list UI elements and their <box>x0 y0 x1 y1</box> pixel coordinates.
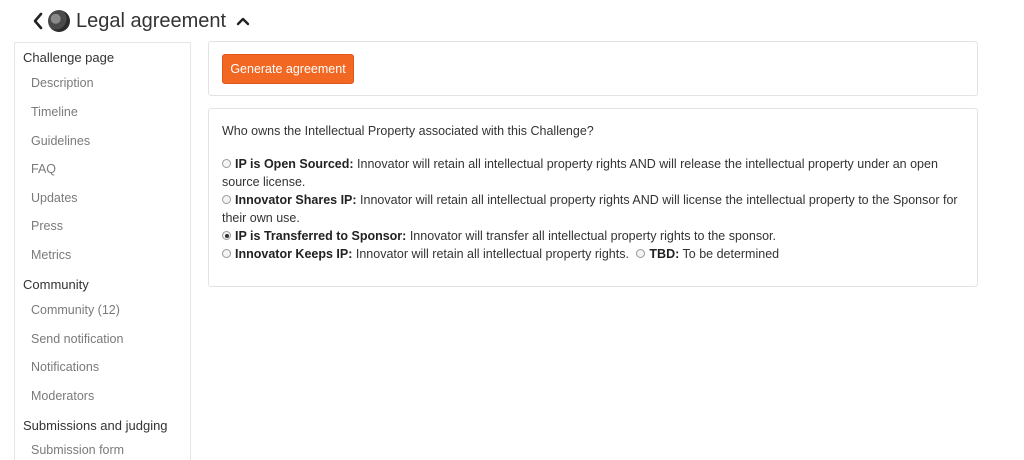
sidebar-item-faq[interactable]: FAQ <box>15 162 56 176</box>
option-label: IP is Open Sourced: <box>235 157 354 171</box>
option-label: Innovator Shares IP: <box>235 193 357 207</box>
sidebar-item-guidelines[interactable]: Guidelines <box>15 134 90 148</box>
sidebar: Challenge page Description Timeline Guid… <box>14 42 191 460</box>
option-label: IP is Transferred to Sponsor: <box>235 229 407 243</box>
sidebar-section-challenge-page: Challenge page <box>23 50 115 65</box>
radio-keeps-ip[interactable] <box>222 249 231 258</box>
option-transferred: IP is Transferred to Sponsor: Innovator … <box>222 227 962 245</box>
sidebar-item-send-notification[interactable]: Send notification <box>15 332 123 346</box>
sidebar-item-metrics[interactable]: Metrics <box>15 248 71 262</box>
option-label: TBD: <box>649 247 680 261</box>
sidebar-item-community[interactable]: Community (12) <box>15 303 120 317</box>
avatar[interactable] <box>48 10 70 32</box>
sidebar-section-community: Community <box>23 277 89 292</box>
back-chevron-icon[interactable] <box>30 10 46 32</box>
option-label: Innovator Keeps IP: <box>235 247 353 261</box>
generate-card: Generate agreement <box>208 41 978 96</box>
radio-open-sourced[interactable] <box>222 159 231 168</box>
sidebar-item-timeline[interactable]: Timeline <box>15 105 78 119</box>
sidebar-item-description[interactable]: Description <box>15 76 94 90</box>
radio-shares-ip[interactable] <box>222 195 231 204</box>
option-text: Innovator will retain all intellectual p… <box>355 247 629 261</box>
generate-agreement-button[interactable]: Generate agreement <box>222 54 354 84</box>
sidebar-section-submissions-and-judging: Submissions and judging <box>23 418 168 433</box>
option-shares-ip: Innovator Shares IP: Innovator will reta… <box>222 191 962 227</box>
page-header: Legal agreement <box>30 6 252 36</box>
sidebar-item-submission-form[interactable]: Submission form <box>15 443 124 457</box>
option-keeps-and-tbd: Innovator Keeps IP: Innovator will retai… <box>222 245 962 263</box>
radio-transferred[interactable] <box>222 231 231 240</box>
chevron-up-icon[interactable] <box>234 12 252 30</box>
sidebar-item-press[interactable]: Press <box>15 219 63 233</box>
sidebar-item-moderators[interactable]: Moderators <box>15 389 94 403</box>
sidebar-item-notifications[interactable]: Notifications <box>15 360 99 374</box>
option-text: To be determined <box>682 247 780 261</box>
option-text: Innovator will transfer all intellectual… <box>409 229 776 243</box>
ip-ownership-card: Who owns the Intellectual Property assoc… <box>208 108 978 287</box>
radio-tbd[interactable] <box>636 249 646 258</box>
option-open-sourced: IP is Open Sourced: Innovator will retai… <box>222 155 962 191</box>
sidebar-item-updates[interactable]: Updates <box>15 191 78 205</box>
ip-question: Who owns the Intellectual Property assoc… <box>222 124 594 138</box>
page-title: Legal agreement <box>76 9 227 32</box>
